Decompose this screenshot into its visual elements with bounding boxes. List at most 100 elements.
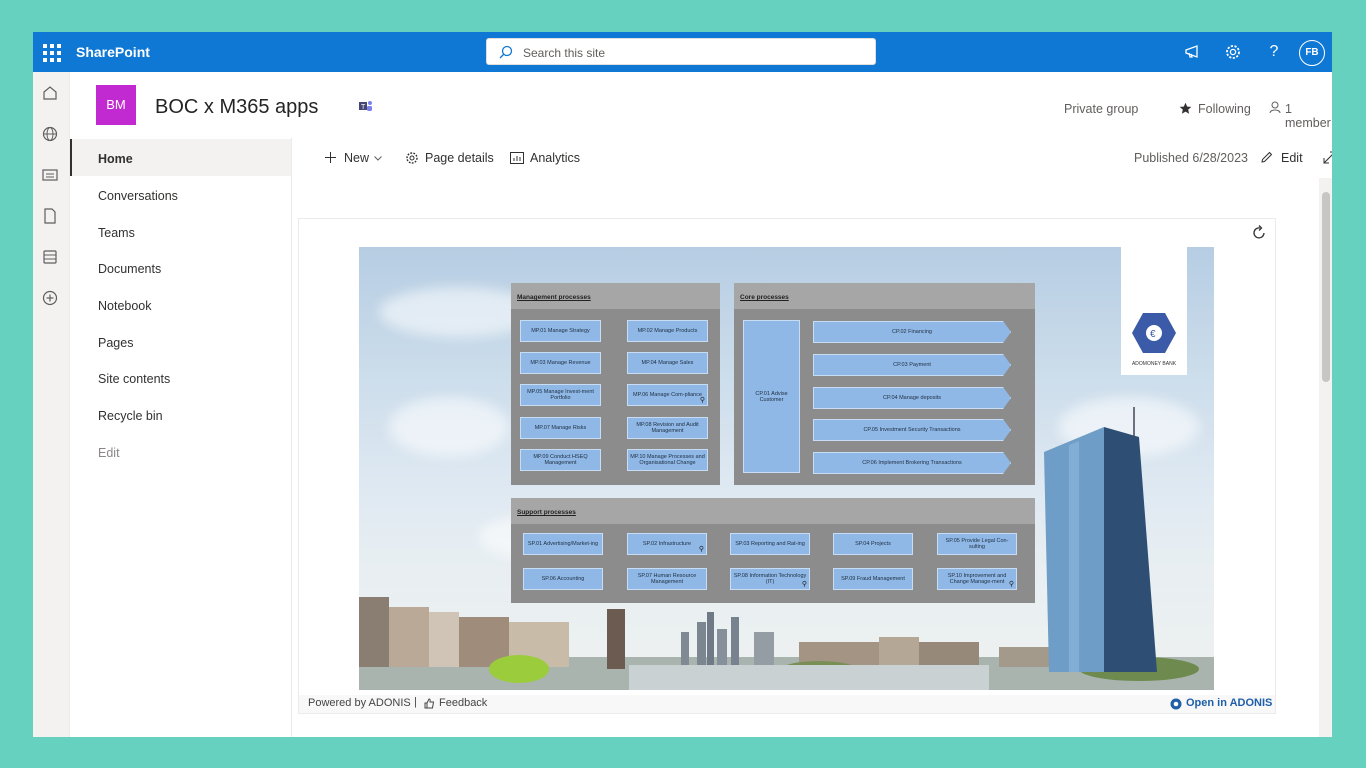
powered-by-label: Powered by ADONIS [308, 697, 411, 709]
process-box[interactable]: SP.06 Accounting [523, 568, 603, 590]
svg-text:T: T [361, 104, 366, 111]
analytics-button[interactable]: Analytics [530, 151, 580, 165]
adonis-webpart: € ADOMONEY BANK Management processes MP.… [298, 218, 1276, 714]
nav-item-pages[interactable]: Pages [70, 323, 291, 360]
chevron-down-icon[interactable] [374, 156, 382, 161]
process-box[interactable]: MP.03 Manage Revenue [520, 352, 601, 374]
person-icon [1269, 101, 1281, 114]
process-box[interactable]: MP.04 Manage Sales [627, 352, 708, 374]
feedback-link[interactable]: Feedback [439, 697, 487, 709]
page-scrollbar[interactable] [1319, 178, 1332, 737]
process-box-label: MP.06 Manage Com-pliance [633, 392, 702, 398]
help-icon[interactable]: ? [1264, 42, 1284, 62]
process-box[interactable]: MP.05 Manage Invest-ment Portfolio [520, 384, 601, 406]
management-processes-title: Management processes [511, 283, 720, 309]
app-bar [33, 72, 70, 737]
process-box[interactable]: SP.04 Projects [833, 533, 913, 555]
edit-pencil-icon [1261, 151, 1273, 163]
open-in-adonis-link[interactable]: Open in ADONIS [1186, 697, 1272, 709]
process-box[interactable]: CP.03 Payment [813, 354, 1011, 376]
magnifier-icon[interactable]: ⚲ [802, 581, 807, 588]
bank-logo-card: € ADOMONEY BANK [1121, 247, 1187, 375]
document-icon[interactable] [41, 207, 59, 225]
process-box[interactable]: MP.01 Manage Strategy [520, 320, 601, 342]
edit-button[interactable]: Edit [1281, 151, 1303, 165]
site-navigation: Home Conversations Teams Documents Noteb… [70, 138, 292, 737]
home-icon[interactable] [41, 84, 59, 102]
site-title[interactable]: BOC x M365 apps [155, 96, 318, 119]
new-button[interactable]: New [344, 151, 369, 165]
site-header: BM BOC x M365 apps T Private group Follo… [70, 72, 1332, 138]
magnifier-icon[interactable]: ⚲ [699, 546, 704, 553]
privacy-label: Private group [1064, 102, 1139, 116]
process-box[interactable]: SP.10 Improvement and Change Manage-ment… [937, 568, 1017, 590]
divider: | [414, 696, 417, 708]
process-box-label: SP.10 Improvement and Change Manage-ment [947, 573, 1007, 585]
search-box[interactable]: Search this site [486, 38, 876, 65]
nav-item-site-contents[interactable]: Site contents [70, 359, 291, 396]
process-box[interactable]: SP.09 Fraud Management [833, 568, 913, 590]
search-icon [499, 45, 513, 59]
process-map-image[interactable]: € ADOMONEY BANK Management processes MP.… [359, 247, 1214, 690]
nav-item-home[interactable]: Home [70, 139, 291, 176]
process-box[interactable]: MP.08 Revision and Audit Management [627, 417, 708, 439]
process-box[interactable]: CP.06 Implement Brokering Transactions [813, 452, 1011, 474]
star-icon[interactable] [1179, 102, 1192, 115]
news-icon[interactable] [41, 166, 59, 184]
create-plus-icon[interactable] [41, 289, 59, 307]
bank-logo-icon: € [1132, 313, 1176, 353]
magnifier-icon[interactable]: ⚲ [1009, 581, 1014, 588]
process-box[interactable]: CP.04 Manage deposits [813, 387, 1011, 409]
lists-icon[interactable] [41, 248, 59, 266]
page-details-gear-icon [406, 152, 418, 164]
nav-item-notebook[interactable]: Notebook [70, 286, 291, 323]
suite-bar: SharePoint Search this site ? FB [33, 32, 1332, 72]
following-button[interactable]: Following [1198, 102, 1251, 116]
published-status: Published 6/28/2023 [1134, 151, 1248, 165]
globe-icon[interactable] [41, 125, 59, 143]
core-processes-panel: Core processes CP.01 Advise Customer CP.… [734, 283, 1035, 485]
process-box[interactable]: SP.01 Advertising/Market-ing [523, 533, 603, 555]
nav-item-documents[interactable]: Documents [70, 249, 291, 286]
refresh-icon[interactable] [1251, 225, 1267, 241]
nav-item-conversations[interactable]: Conversations [70, 176, 291, 213]
site-logo[interactable]: BM [96, 85, 136, 125]
teams-icon[interactable]: T [359, 100, 373, 112]
process-box[interactable]: SP.03 Reporting and Rat-ing [730, 533, 810, 555]
nav-item-recycle-bin[interactable]: Recycle bin [70, 396, 291, 433]
magnifier-icon[interactable]: ⚲ [700, 397, 705, 404]
user-avatar[interactable]: FB [1299, 40, 1325, 66]
process-box[interactable]: SP.02 Infrastructure ⚲ [627, 533, 707, 555]
megaphone-icon[interactable] [1183, 42, 1203, 62]
search-placeholder: Search this site [523, 46, 606, 60]
process-box[interactable]: MP.07 Manage Risks [520, 417, 601, 439]
process-box[interactable]: CP.02 Financing [813, 321, 1011, 343]
support-processes-title: Support processes [511, 498, 1035, 524]
tower-building-graphic [1044, 407, 1157, 672]
nav-item-teams[interactable]: Teams [70, 213, 291, 250]
members-button[interactable]: 1 member [1285, 102, 1332, 130]
page-details-button[interactable]: Page details [425, 151, 494, 165]
app-launcher-icon[interactable] [41, 42, 61, 62]
process-box-label: SP.02 Infrastructure [642, 541, 692, 547]
sharepoint-window: SharePoint Search this site ? FB BM BOC … [33, 32, 1332, 737]
process-box[interactable]: CP.01 Advise Customer [743, 320, 800, 473]
sharepoint-brand[interactable]: SharePoint [76, 44, 150, 60]
scrollbar-thumb[interactable] [1322, 192, 1330, 382]
settings-gear-icon[interactable] [1223, 42, 1243, 62]
process-box[interactable]: MP.02 Manage Products [627, 320, 708, 342]
command-bar: New Page details Analytics Published 6/2… [292, 138, 1332, 178]
process-box[interactable]: CP.05 Investment Security Transactions [813, 419, 1011, 441]
process-box[interactable]: SP.05 Provide Legal Con-sulting [937, 533, 1017, 555]
webpart-footer: Powered by ADONIS | Feedback Open in ADO… [299, 695, 1275, 713]
expand-icon[interactable] [1323, 151, 1332, 164]
plus-icon [325, 152, 336, 163]
process-box[interactable]: SP.07 Human Resource Management [627, 568, 707, 590]
analytics-icon [510, 152, 524, 164]
nav-edit-link[interactable]: Edit [70, 433, 291, 470]
process-box[interactable]: MP.10 Manage Processes and Organisationa… [627, 449, 708, 471]
process-box-label: SP.08 Information Technology (IT) [733, 573, 807, 585]
process-box[interactable]: MP.09 Conduct HSEQ Management [520, 449, 601, 471]
process-box[interactable]: MP.06 Manage Com-pliance ⚲ [627, 384, 708, 406]
process-box[interactable]: SP.08 Information Technology (IT) ⚲ [730, 568, 810, 590]
